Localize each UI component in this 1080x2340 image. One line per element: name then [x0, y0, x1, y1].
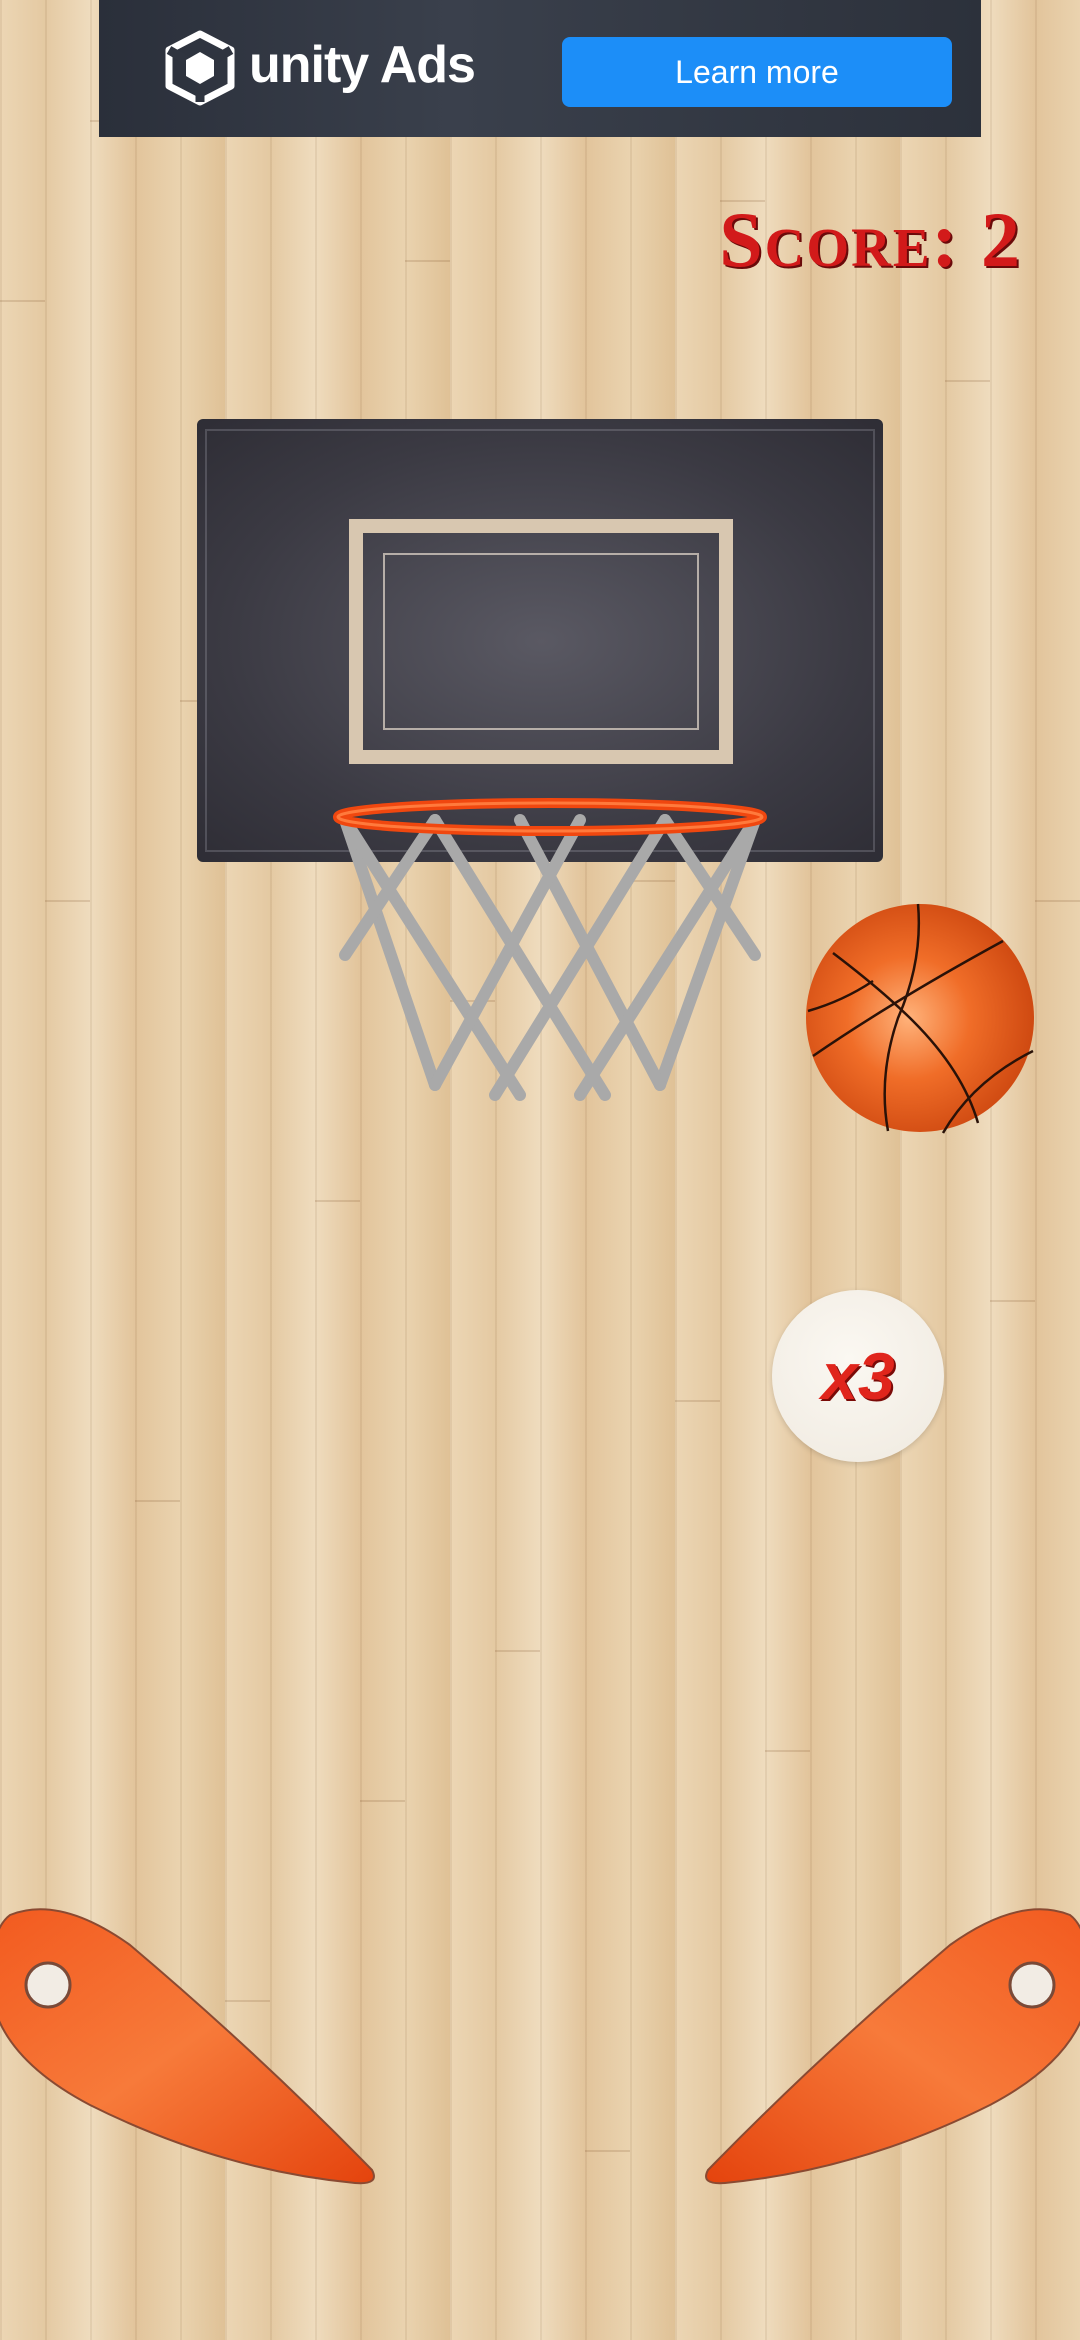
plank-joint — [405, 260, 450, 262]
plank-joint — [135, 1500, 180, 1502]
multiplier-badge[interactable]: x3 — [772, 1290, 944, 1462]
score-display: Score: 2 — [719, 196, 1022, 283]
plank-joint — [0, 300, 45, 302]
plank-joint — [45, 900, 90, 902]
plank-joint — [945, 380, 990, 382]
ad-brand-text: unity Ads — [249, 36, 476, 94]
plank-joint — [360, 1800, 405, 1802]
plank-joint — [990, 1300, 1035, 1302]
plank-joint — [1035, 900, 1080, 902]
plank-joint — [675, 1400, 720, 1402]
unity-logo-icon — [165, 30, 235, 106]
right-flipper[interactable] — [690, 1905, 1080, 2205]
plank-joint — [495, 1650, 540, 1652]
plank-joint — [765, 1750, 810, 1752]
basketball-icon[interactable] — [803, 901, 1037, 1135]
learn-more-button[interactable]: Learn more — [562, 37, 952, 107]
multiplier-label: x3 — [821, 1339, 895, 1413]
backboard-target-square — [349, 519, 733, 764]
ad-banner[interactable]: unity Ads Learn more — [99, 0, 981, 137]
target-square-inner-line — [383, 553, 699, 730]
basketball-hoop-icon — [333, 798, 767, 1101]
plank-joint — [585, 2150, 630, 2152]
plank-joint — [315, 1200, 360, 1202]
left-flipper[interactable] — [0, 1905, 390, 2205]
